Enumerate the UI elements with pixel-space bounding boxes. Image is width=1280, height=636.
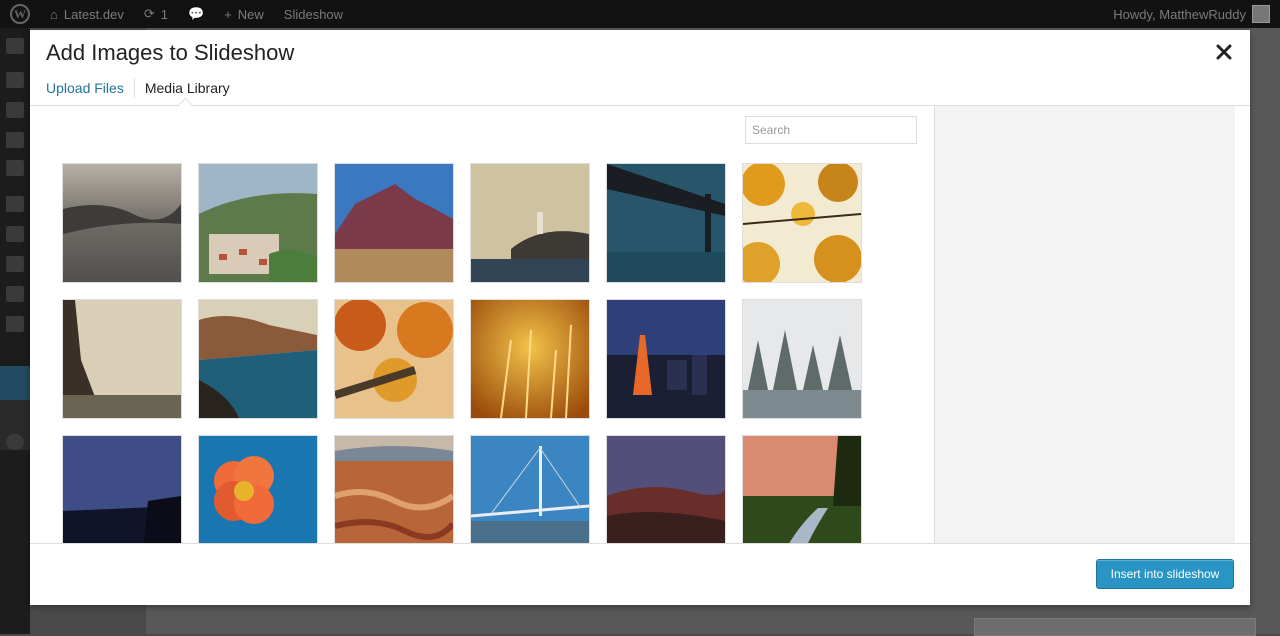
comments-icon [6,160,24,176]
attachment-thumb[interactable] [470,163,590,283]
image-red-mountain [335,164,453,282]
attachment-thumb[interactable] [470,299,590,419]
attachment-thumb[interactable] [606,435,726,543]
image-autumn-leaves [743,164,861,282]
comments-link[interactable]: 💬 [178,0,214,28]
image-misty-river [63,164,181,282]
dashboard-icon [6,38,24,54]
tools-icon [6,286,24,302]
image-eiffel-tower [63,300,181,418]
attachment-thumb[interactable] [198,163,318,283]
plus-icon: + [224,6,232,22]
image-hillside-town [199,164,317,282]
pin-icon [6,72,24,88]
close-icon [1216,44,1232,60]
image-red-hills [607,436,725,543]
media-icon [6,102,24,118]
tab-media-library[interactable]: Media Library [135,78,240,98]
plugins-icon [6,226,24,242]
site-name-link[interactable]: ⌂ Latest.dev [40,0,134,28]
avatar [1252,5,1270,23]
wp-logo-menu[interactable]: W [0,0,40,28]
image-canyon-hoodoos [335,436,453,543]
attachment-thumb[interactable] [198,299,318,419]
attachment-thumb[interactable] [334,299,454,419]
pages-icon [6,132,24,148]
attachments-browser [30,106,934,543]
tab-upload-files[interactable]: Upload Files [46,78,135,98]
updates-link[interactable]: ⟳ 1 [134,0,178,28]
image-tokyo-tower [607,300,725,418]
wordpress-icon: W [10,4,30,24]
attachment-details-sidebar [934,106,1235,543]
home-icon: ⌂ [50,6,58,22]
attachment-thumb[interactable] [198,435,318,543]
appearance-icon [6,196,24,212]
image-suspension-bridge [607,164,725,282]
image-cliff-village [199,300,317,418]
image-night-coast [63,436,181,543]
updates-count: 1 [160,6,168,22]
menu-item-slideshow-selected [0,366,30,400]
new-content-link[interactable]: + New [214,0,274,28]
account-menu[interactable]: Howdy, MatthewRuddy [1103,0,1280,28]
attachment-thumb[interactable] [62,435,182,543]
close-button[interactable] [1212,40,1236,64]
media-router: Upload Files Media Library [46,76,240,100]
users-icon [6,256,24,272]
attachment-thumb[interactable] [742,163,862,283]
collapse-icon [6,434,24,450]
attachment-thumb[interactable] [62,163,182,283]
background-box [974,618,1256,636]
image-snowy-forest [743,300,861,418]
image-orange-flower [199,436,317,543]
image-lighthouse [471,164,589,282]
slideshow-link[interactable]: Slideshow [274,0,353,28]
image-river-sunset [743,436,861,543]
attachment-thumb[interactable] [742,299,862,419]
modal-title: Add Images to Slideshow [46,40,295,65]
media-modal: Add Images to Slideshow Upload Files Med… [30,30,1250,605]
site-name: Latest.dev [63,6,124,22]
current-page-label: Slideshow [283,6,344,22]
admin-bar: W ⌂ Latest.dev ⟳ 1 💬 + New Slideshow How… [0,0,1280,28]
attachments-grid [62,163,862,543]
settings-icon [6,316,24,332]
image-autumn-canopy [335,300,453,418]
admin-menu [0,28,30,634]
attachment-thumb[interactable] [742,435,862,543]
search-input[interactable] [745,116,917,144]
attachment-thumb[interactable] [62,299,182,419]
attachment-thumb[interactable] [470,435,590,543]
attachment-thumb[interactable] [606,299,726,419]
attachment-thumb[interactable] [606,163,726,283]
greeting: Howdy, MatthewRuddy [1113,6,1246,22]
modal-toolbar: Insert into slideshow [30,543,1250,605]
attachment-thumb[interactable] [334,435,454,543]
new-label: New [237,6,264,22]
image-golden-grass [471,300,589,418]
comment-bubble-icon: 💬 [188,6,205,21]
refresh-icon: ⟳ [143,6,155,21]
insert-into-slideshow-button[interactable]: Insert into slideshow [1096,559,1234,589]
image-viaduct [471,436,589,543]
attachment-thumb[interactable] [334,163,454,283]
